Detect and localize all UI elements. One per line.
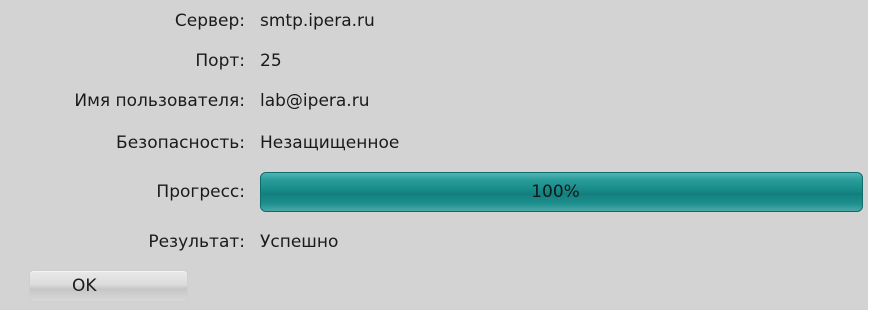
server-label: Сервер: [174,11,245,31]
progress-row: Прогресс: [0,177,246,207]
progress-bar: 100% [260,172,863,212]
username-label: Имя пользователя: [74,91,245,111]
security-label: Безопасность: [116,133,245,153]
ok-button[interactable]: OK [30,271,187,301]
progress-label: Прогресс: [156,182,245,202]
progress-percent-text: 100% [531,182,580,202]
result-label: Результат: [148,232,245,252]
server-value: smtp.ipera.ru [260,11,375,31]
username-value: lab@ipera.ru [260,91,370,111]
port-label: Порт: [195,51,245,71]
result-value: Успешно [260,232,339,252]
security-value: Незащищенное [260,133,400,153]
smtp-test-dialog: Сервер: smtp.ipera.ru Порт: 25 Имя польз… [0,0,868,310]
username-row: Имя пользователя: lab@ipera.ru [0,86,369,116]
server-row: Сервер: smtp.ipera.ru [0,6,375,36]
security-row: Безопасность: Незащищенное [0,128,399,158]
port-row: Порт: 25 [0,46,282,76]
port-value: 25 [260,51,282,71]
result-row: Результат: Успешно [0,227,338,257]
